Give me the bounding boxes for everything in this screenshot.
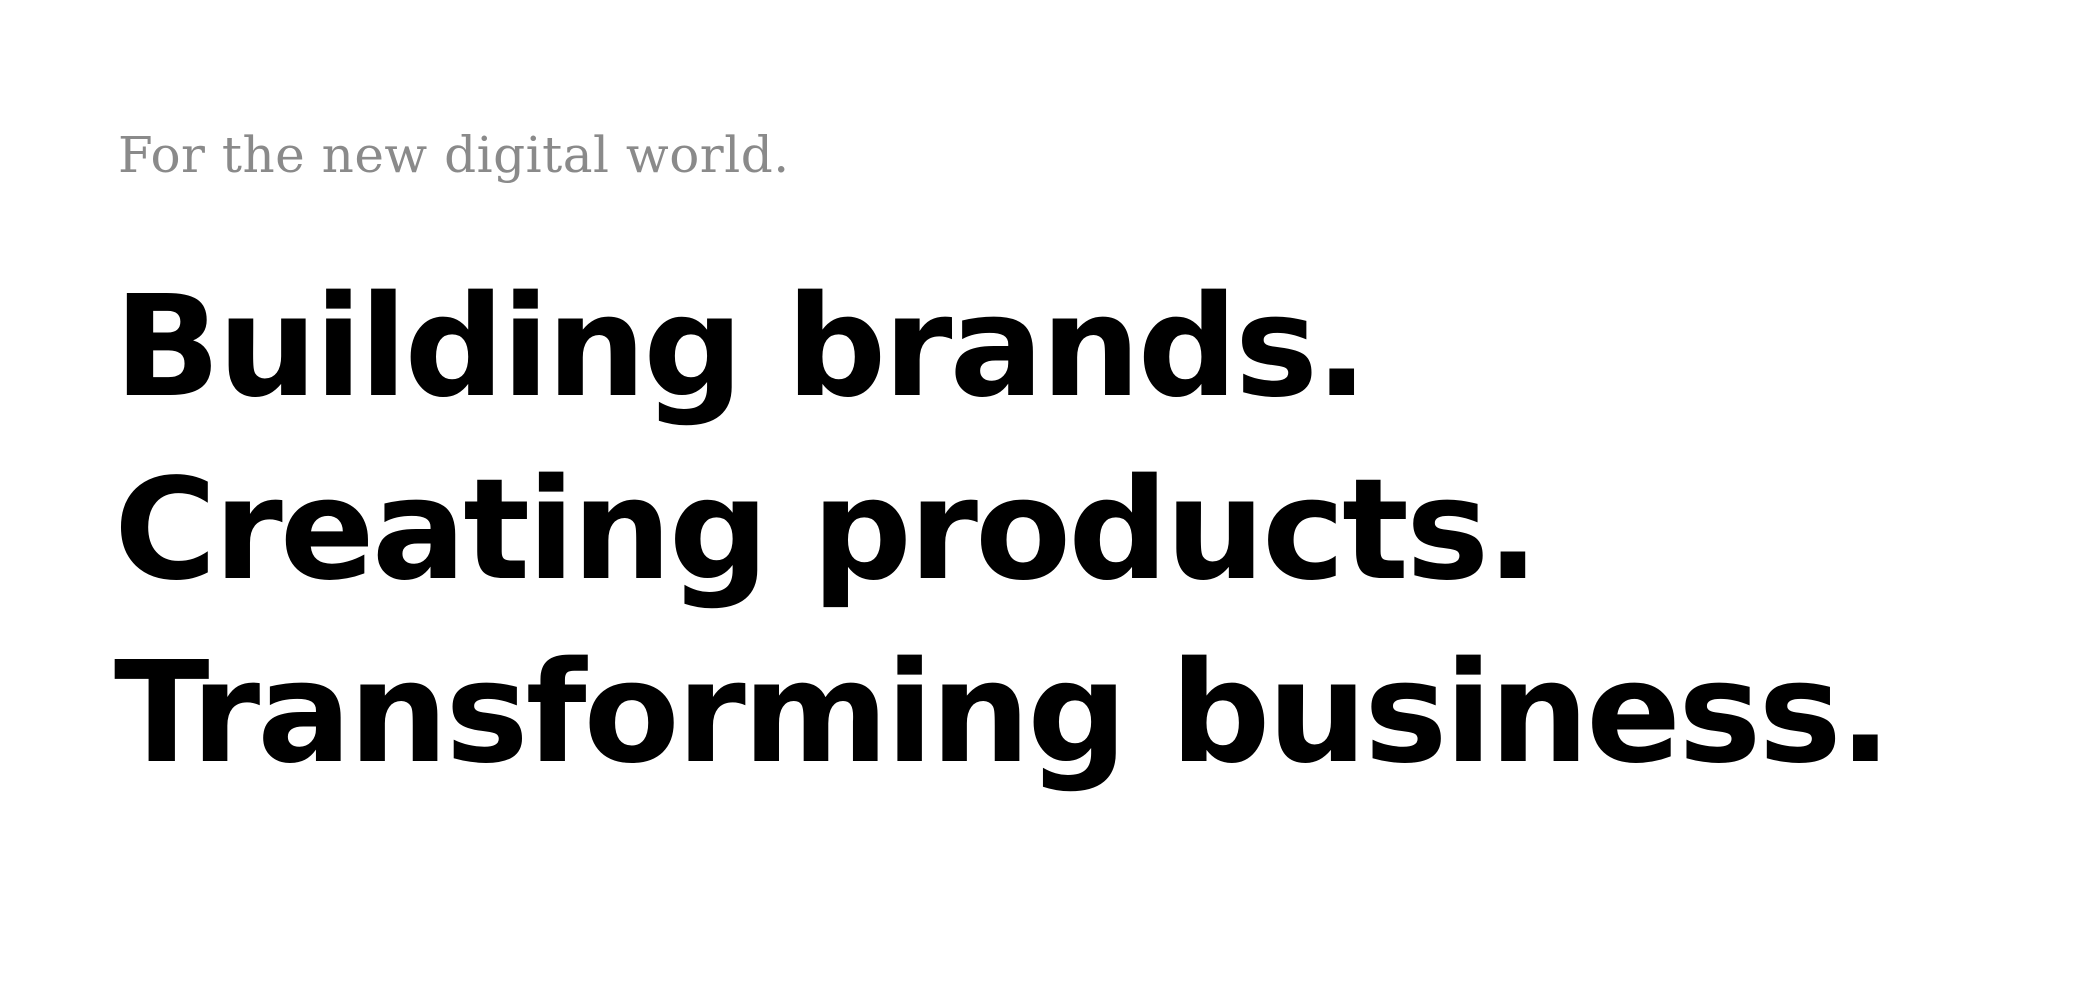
headline: Building brands. Creating products. Tran…	[114, 256, 2018, 805]
tagline: For the new digital world.	[118, 126, 790, 184]
hero-section: For the new digital world. Building bran…	[114, 126, 2018, 805]
headline-line-business: Transforming business.	[114, 632, 1892, 795]
headline-line-brands: Building brands.	[114, 266, 1368, 429]
headline-line-products: Creating products.	[114, 449, 1540, 612]
